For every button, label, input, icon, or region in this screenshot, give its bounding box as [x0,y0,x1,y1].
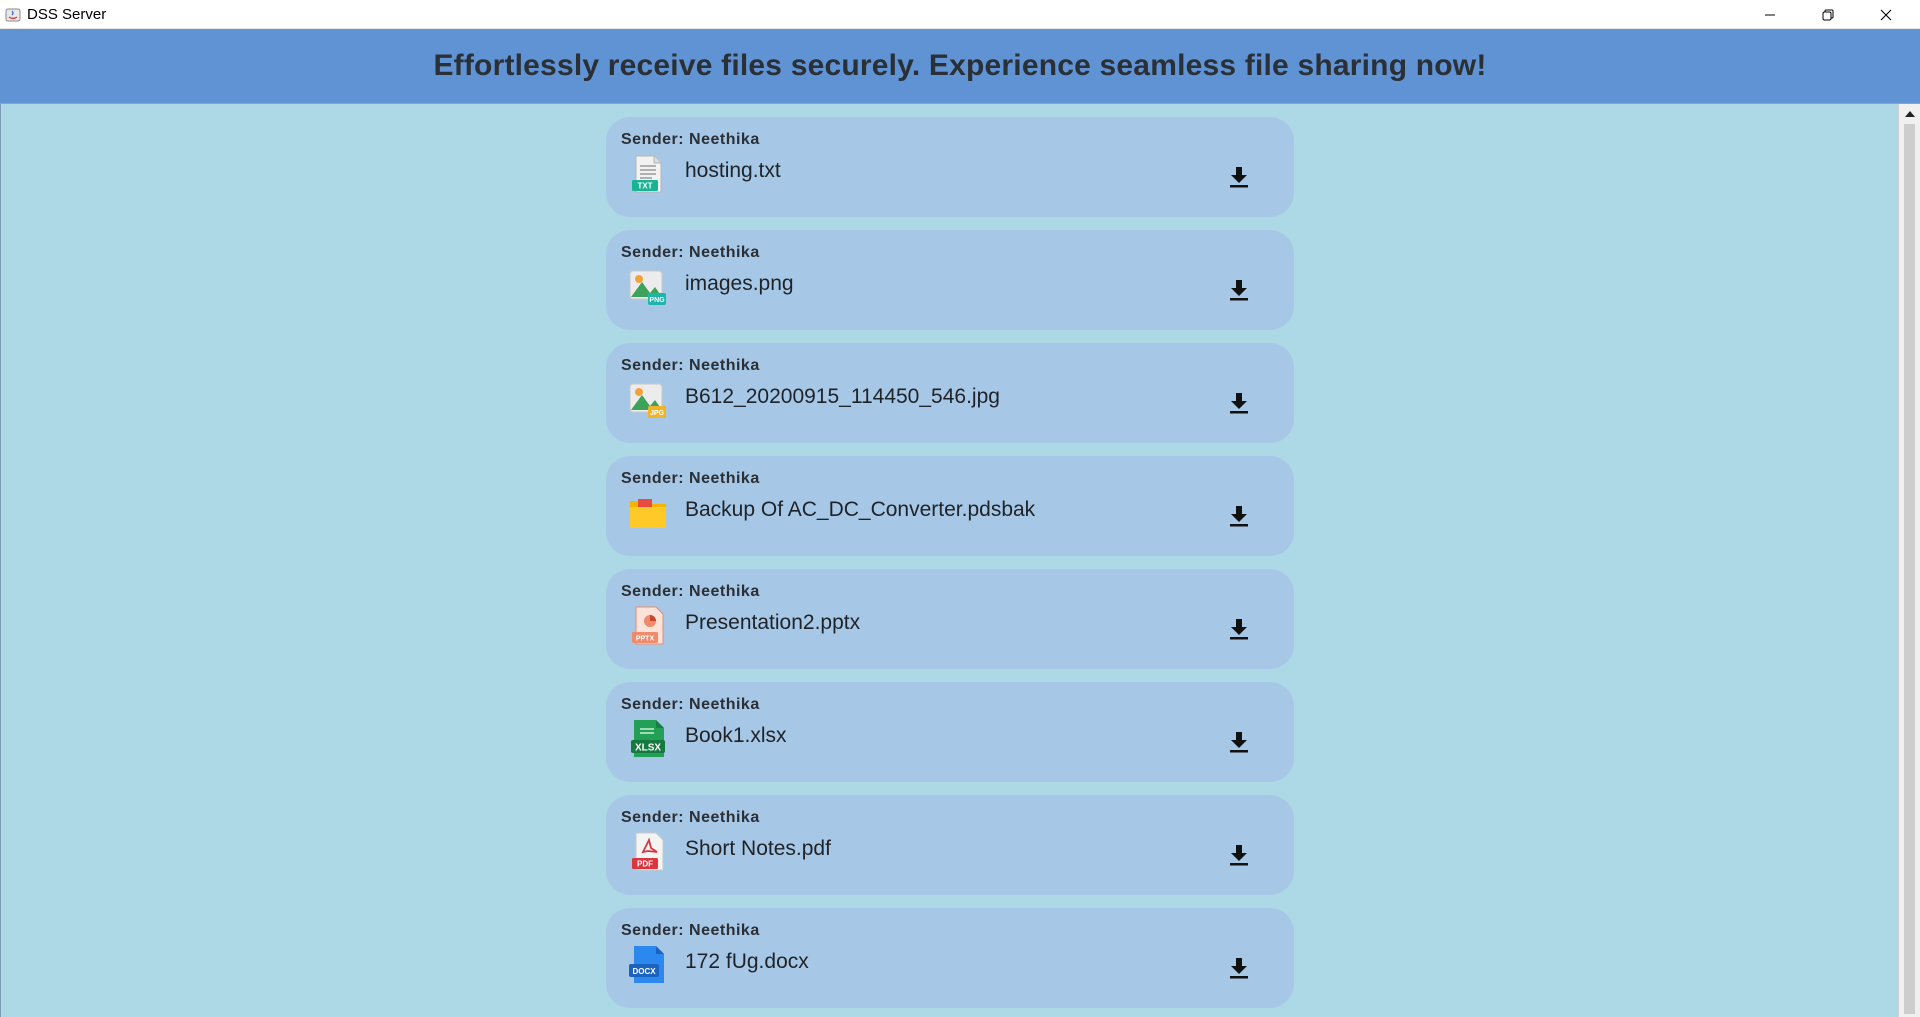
close-icon [1880,9,1892,20]
file-name: Presentation2.pptx [685,611,861,634]
banner-text: Effortlessly receive files securely. Exp… [433,49,1487,82]
download-button[interactable] [1226,728,1252,756]
sender-label: Sender: Neethika [621,357,760,374]
scroll-thumb[interactable] [1904,124,1915,1014]
download-button[interactable] [1226,389,1252,417]
download-icon [1230,958,1248,979]
docx-file-icon: DOCX [628,945,668,985]
sender-label: Sender: Neethika [621,696,760,713]
file-card: Sender: Neethika PPTX Presentation2.pptx [606,569,1294,669]
download-icon [1230,280,1248,301]
jpg-image-icon: JPG [628,380,668,420]
svg-text:PDF: PDF [637,860,653,869]
restore-icon [1822,9,1834,20]
txt-file-icon: TXT [628,154,668,194]
download-icon [1230,393,1248,414]
sender-label: Sender: Neethika [621,809,760,826]
file-name: B612_20200915_114450_546.jpg [685,385,1000,408]
file-name: 172 fUg.docx [685,950,809,973]
pptx-file-icon: PPTX [628,606,668,646]
sender-label: Sender: Neethika [621,244,760,261]
download-icon [1230,732,1248,753]
download-button[interactable] [1226,163,1252,191]
file-name: hosting.txt [685,159,781,182]
file-card: Sender: Neethika XLSX Book1.xlsx [606,682,1294,782]
png-image-icon: PNG [628,267,668,307]
download-button[interactable] [1226,502,1252,530]
file-card: Sender: Neethika JPG B612_20200915_11445… [606,343,1294,443]
file-name: Backup Of AC_DC_Converter.pdsbak [685,498,1036,521]
window-title: DSS Server [27,6,107,23]
download-icon [1230,619,1248,640]
restore-button[interactable] [1799,0,1857,29]
sender-label: Sender: Neethika [621,470,760,487]
xlsx-file-icon: XLSX [628,719,668,759]
close-button[interactable] [1857,0,1915,29]
vertical-scrollbar[interactable] [1898,104,1920,1017]
file-name: Short Notes.pdf [685,837,831,860]
file-card: Sender: Neethika TXT hosting.txt [606,117,1294,217]
sender-label: Sender: Neethika [621,131,760,148]
file-list-panel: Sender: Neethika TXT hosting.txt Sender:… [0,104,1898,1017]
download-button[interactable] [1226,954,1252,982]
file-card: Sender: Neethika DOCX 172 fUg.docx [606,908,1294,1008]
svg-text:DOCX: DOCX [632,967,656,976]
download-button[interactable] [1226,615,1252,643]
svg-text:JPG: JPG [650,410,665,417]
svg-text:PNG: PNG [649,297,665,304]
sender-label: Sender: Neethika [621,922,760,939]
sender-label: Sender: Neethika [621,583,760,600]
download-icon [1230,845,1248,866]
download-button[interactable] [1226,276,1252,304]
pdf-file-icon: PDF [628,832,668,872]
download-icon [1230,167,1248,188]
file-card: Sender: Neethika PDF Short Notes.pdf [606,795,1294,895]
java-app-icon [5,7,21,23]
header-banner: Effortlessly receive files securely. Exp… [0,29,1920,104]
download-icon [1230,506,1248,527]
file-card: Sender: Neethika Backup Of AC_DC_Convert… [606,456,1294,556]
svg-text:XLSX: XLSX [635,743,661,754]
chevron-up-icon [1905,110,1915,117]
file-card: Sender: Neethika PNG images.png [606,230,1294,330]
minimize-icon [1765,14,1775,15]
minimize-button[interactable] [1741,0,1799,29]
download-button[interactable] [1226,841,1252,869]
file-name: Book1.xlsx [685,724,787,747]
svg-text:TXT: TXT [637,182,652,191]
file-name: images.png [685,272,794,295]
scroll-up-button[interactable] [1899,104,1920,122]
svg-text:PPTX: PPTX [636,636,655,643]
folder-file-icon [628,493,668,533]
title-bar: DSS Server [0,0,1920,29]
